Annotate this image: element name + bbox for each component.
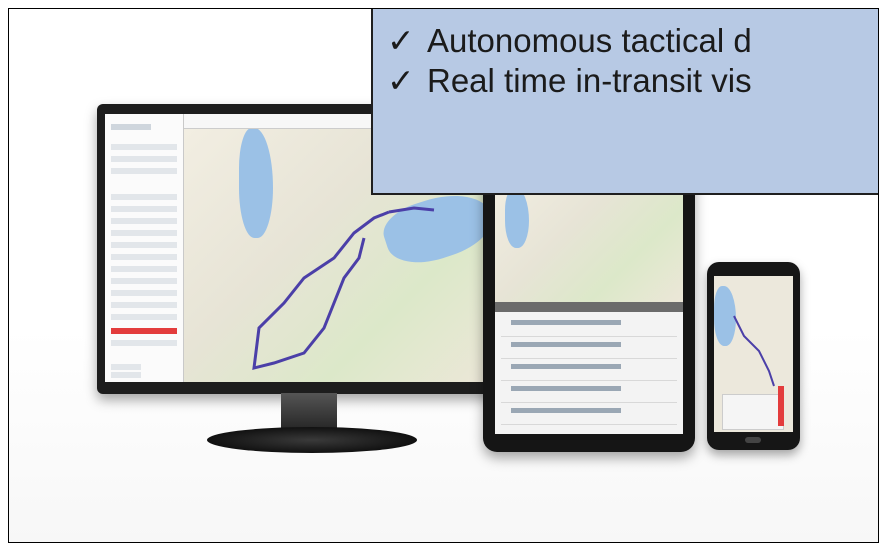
- feature-text: Autonomous tactical d: [427, 22, 752, 59]
- route-list-panel: [105, 114, 184, 382]
- feature-callout: ✓ Autonomous tactical d ✓ Real time in-tra…: [371, 9, 878, 195]
- checkmark-icon: ✓: [387, 62, 415, 99]
- home-button[interactable]: [745, 437, 761, 443]
- tablet-map[interactable]: [495, 178, 683, 302]
- feature-item: ✓ Autonomous tactical d: [387, 21, 752, 61]
- selected-row[interactable]: [111, 328, 177, 334]
- feature-item: ✓ Real time in-transit vis: [387, 61, 752, 101]
- feature-text: Real time in-transit vis: [427, 62, 752, 99]
- smartphone-icon: [707, 262, 800, 450]
- monitor-base: [207, 427, 417, 453]
- feature-list: ✓ Autonomous tactical d ✓ Real time in-tra…: [387, 21, 752, 101]
- checkmark-icon: ✓: [387, 22, 415, 59]
- phone-screen: [714, 276, 793, 432]
- slide-frame: ✓ Autonomous tactical d ✓ Real time in-tra…: [8, 8, 879, 543]
